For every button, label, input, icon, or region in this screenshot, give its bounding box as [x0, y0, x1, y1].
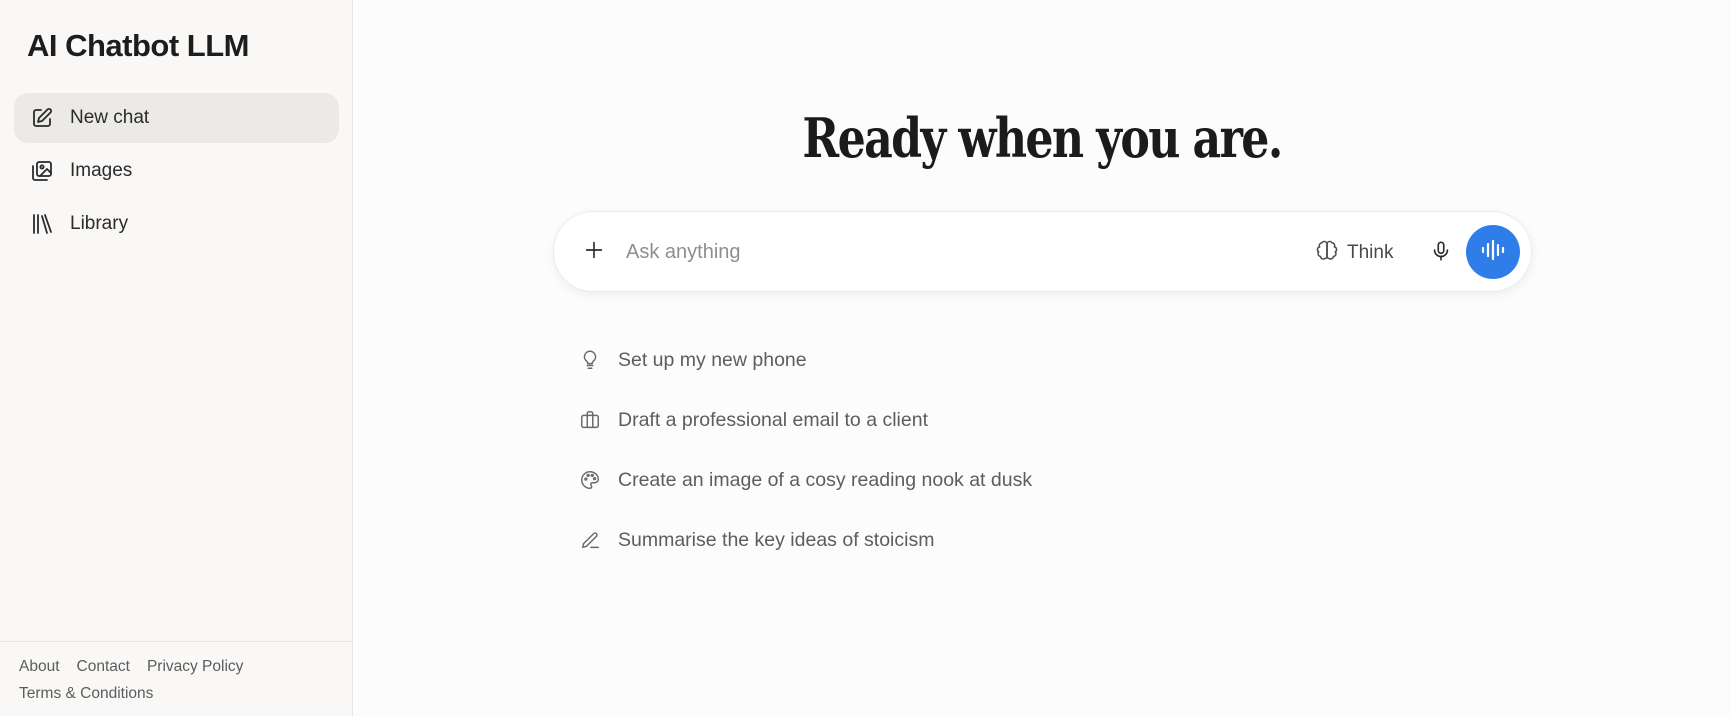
terms-link[interactable]: Terms & Conditions — [19, 685, 153, 703]
suggestion-label: Set up my new phone — [618, 348, 807, 371]
microphone-icon — [1430, 239, 1452, 268]
briefcase-icon — [578, 408, 602, 432]
privacy-policy-link[interactable]: Privacy Policy — [147, 658, 243, 676]
books-icon — [30, 212, 54, 236]
suggestion-item[interactable]: Create an image of a cosy reading nook a… — [578, 450, 1032, 510]
suggestion-item[interactable]: Set up my new phone — [578, 330, 1032, 390]
suggestion-item[interactable]: Summarise the key ideas of stoicism — [578, 510, 1032, 570]
sidebar-item-new-chat[interactable]: New chat — [14, 93, 339, 143]
contact-link[interactable]: Contact — [77, 658, 130, 676]
sidebar-item-label: Images — [70, 160, 133, 181]
ask-input[interactable] — [626, 232, 1226, 272]
chat-composer: Think — [553, 211, 1532, 292]
about-link[interactable]: About — [19, 658, 60, 676]
sidebar-nav: New chat Images Library — [14, 93, 339, 252]
app-title: AI Chatbot LLM — [27, 28, 250, 63]
sidebar-item-label: Library — [70, 213, 129, 234]
suggestion-list: Set up my new phone Draft a professional… — [578, 330, 1032, 570]
sidebar: AI Chatbot LLM New chat Images Library A… — [0, 0, 353, 716]
sidebar-footer: About Contact Privacy Policy Terms & Con… — [0, 641, 353, 716]
sidebar-item-label: New chat — [70, 107, 150, 128]
sidebar-item-images[interactable]: Images — [14, 146, 339, 196]
image-stack-icon — [30, 159, 54, 183]
plus-icon — [583, 239, 605, 266]
think-label: Think — [1347, 242, 1394, 263]
sidebar-item-library[interactable]: Library — [14, 199, 339, 249]
microphone-button[interactable] — [1422, 234, 1460, 272]
suggestion-label: Create an image of a cosy reading nook a… — [618, 468, 1033, 491]
think-button[interactable]: Think — [1308, 234, 1401, 272]
pencil-icon — [578, 528, 602, 552]
lightbulb-icon — [578, 348, 602, 372]
waveform-icon — [1480, 238, 1506, 267]
suggestion-label: Draft a professional email to a client — [618, 408, 928, 431]
edit-square-icon — [30, 106, 54, 130]
voice-mode-button[interactable] — [1466, 225, 1520, 279]
palette-icon — [578, 468, 602, 492]
suggestion-item[interactable]: Draft a professional email to a client — [578, 390, 1032, 450]
suggestion-label: Summarise the key ideas of stoicism — [618, 528, 935, 551]
page-title: Ready when you are. — [802, 106, 1283, 170]
brain-icon — [1316, 240, 1338, 267]
attach-button[interactable] — [576, 234, 612, 270]
